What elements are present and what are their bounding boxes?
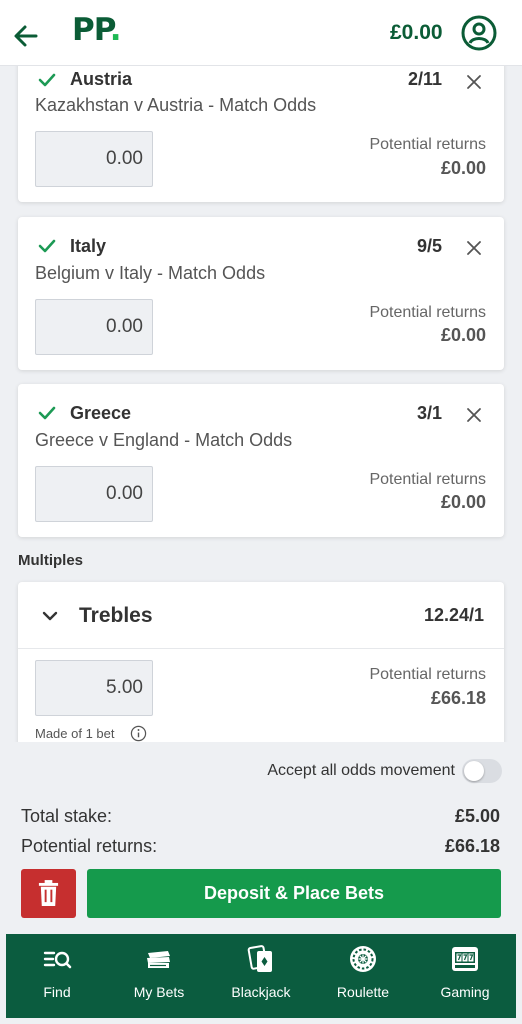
total-stake-label: Total stake: [21,806,113,826]
selection-name: Austria [70,69,133,89]
slot-machine-icon [452,947,478,971]
event-name: Belgium v Italy - Match Odds [35,263,266,283]
selection-odds[interactable]: 3/1 [417,403,442,424]
potential-returns-label: Potential returns [369,136,486,153]
search-list-icon [43,951,72,969]
clear-slip-button[interactable] [21,869,76,918]
stake-input[interactable] [35,131,153,187]
close-icon[interactable] [464,72,484,92]
potential-returns-value: £0.00 [440,158,486,178]
selection-odds[interactable]: 9/5 [417,236,442,257]
accept-odds-toggle[interactable] [462,759,502,783]
multiples-heading: Multiples [18,552,84,569]
deposit-place-bets-button[interactable]: Deposit & Place Bets [87,869,501,918]
account-icon[interactable] [460,14,498,52]
bet-count-label: Made of 1 bet [35,726,115,741]
potential-returns-total-value: £66.18 [444,836,500,856]
bottom-navigation: Find My Bets Blackjack Roulette Gaming [6,934,516,1018]
potential-returns-label: Potential returns [369,666,486,683]
selection-odds[interactable]: 2/11 [408,69,442,90]
stake-input[interactable] [35,299,153,355]
potential-returns-value: £0.00 [440,492,486,512]
nav-label: Find [43,984,71,1000]
bet-slip-footer: Accept all odds movement Total stake: £5… [6,742,516,934]
tickets-icon [147,951,170,968]
nav-gaming[interactable]: Gaming [414,934,516,1018]
bet-type-label[interactable]: Trebles [79,604,153,628]
info-icon[interactable] [130,725,147,742]
bet-slip-list[interactable]: Austria 2/11 Kazakhstan v Austria - Matc… [0,66,522,742]
stake-input[interactable] [35,660,153,716]
selection-name: Greece [70,403,132,423]
paddy-power-logo[interactable]: PP. [72,12,122,48]
potential-returns-total-label: Potential returns: [21,836,158,856]
chevron-down-icon[interactable] [40,606,60,626]
accept-odds-label: Accept all odds movement [267,762,455,779]
app-header: PP. £0.00 [0,0,522,66]
nav-my-bets[interactable]: My Bets [108,934,210,1018]
potential-returns-value: £66.18 [430,688,486,708]
nav-label: Blackjack [231,984,291,1000]
event-name: Kazakhstan v Austria - Match Odds [35,95,317,115]
event-name: Greece v England - Match Odds [35,430,293,450]
single-bet-card: Italy 9/5 Belgium v Italy - Match Odds P… [18,217,504,370]
potential-returns-label: Potential returns [369,471,486,488]
playing-cards-icon [247,945,272,972]
nav-label: Gaming [440,984,490,1000]
close-icon[interactable] [464,405,484,425]
potential-returns-value: £0.00 [440,325,486,345]
account-balance[interactable]: £0.00 [390,21,443,45]
multiple-bet-card: Trebles 12.24/1 Potential returns £66.18… [18,582,504,742]
nav-roulette[interactable]: Roulette [312,934,414,1018]
stake-input[interactable] [35,466,153,522]
divider [18,648,504,649]
roulette-wheel-icon [350,946,376,972]
nav-find[interactable]: Find [6,934,108,1018]
multiple-odds: 12.24/1 [423,605,484,625]
potential-returns-label: Potential returns [369,304,486,321]
selection-name: Italy [70,236,107,256]
single-bet-card: Austria 2/11 Kazakhstan v Austria - Matc… [18,66,504,202]
trash-icon [38,880,59,906]
close-icon[interactable] [464,238,484,258]
nav-label: Roulette [336,984,390,1000]
checkmark-icon[interactable] [36,235,58,257]
nav-label: My Bets [133,984,185,1000]
single-bet-card: Greece 3/1 Greece v England - Match Odds… [18,384,504,537]
back-arrow-icon[interactable] [10,20,42,52]
checkmark-icon[interactable] [36,402,58,424]
nav-blackjack[interactable]: Blackjack [210,934,312,1018]
checkmark-icon[interactable] [36,69,58,91]
toggle-knob [464,761,484,781]
total-stake-value: £5.00 [454,806,500,826]
